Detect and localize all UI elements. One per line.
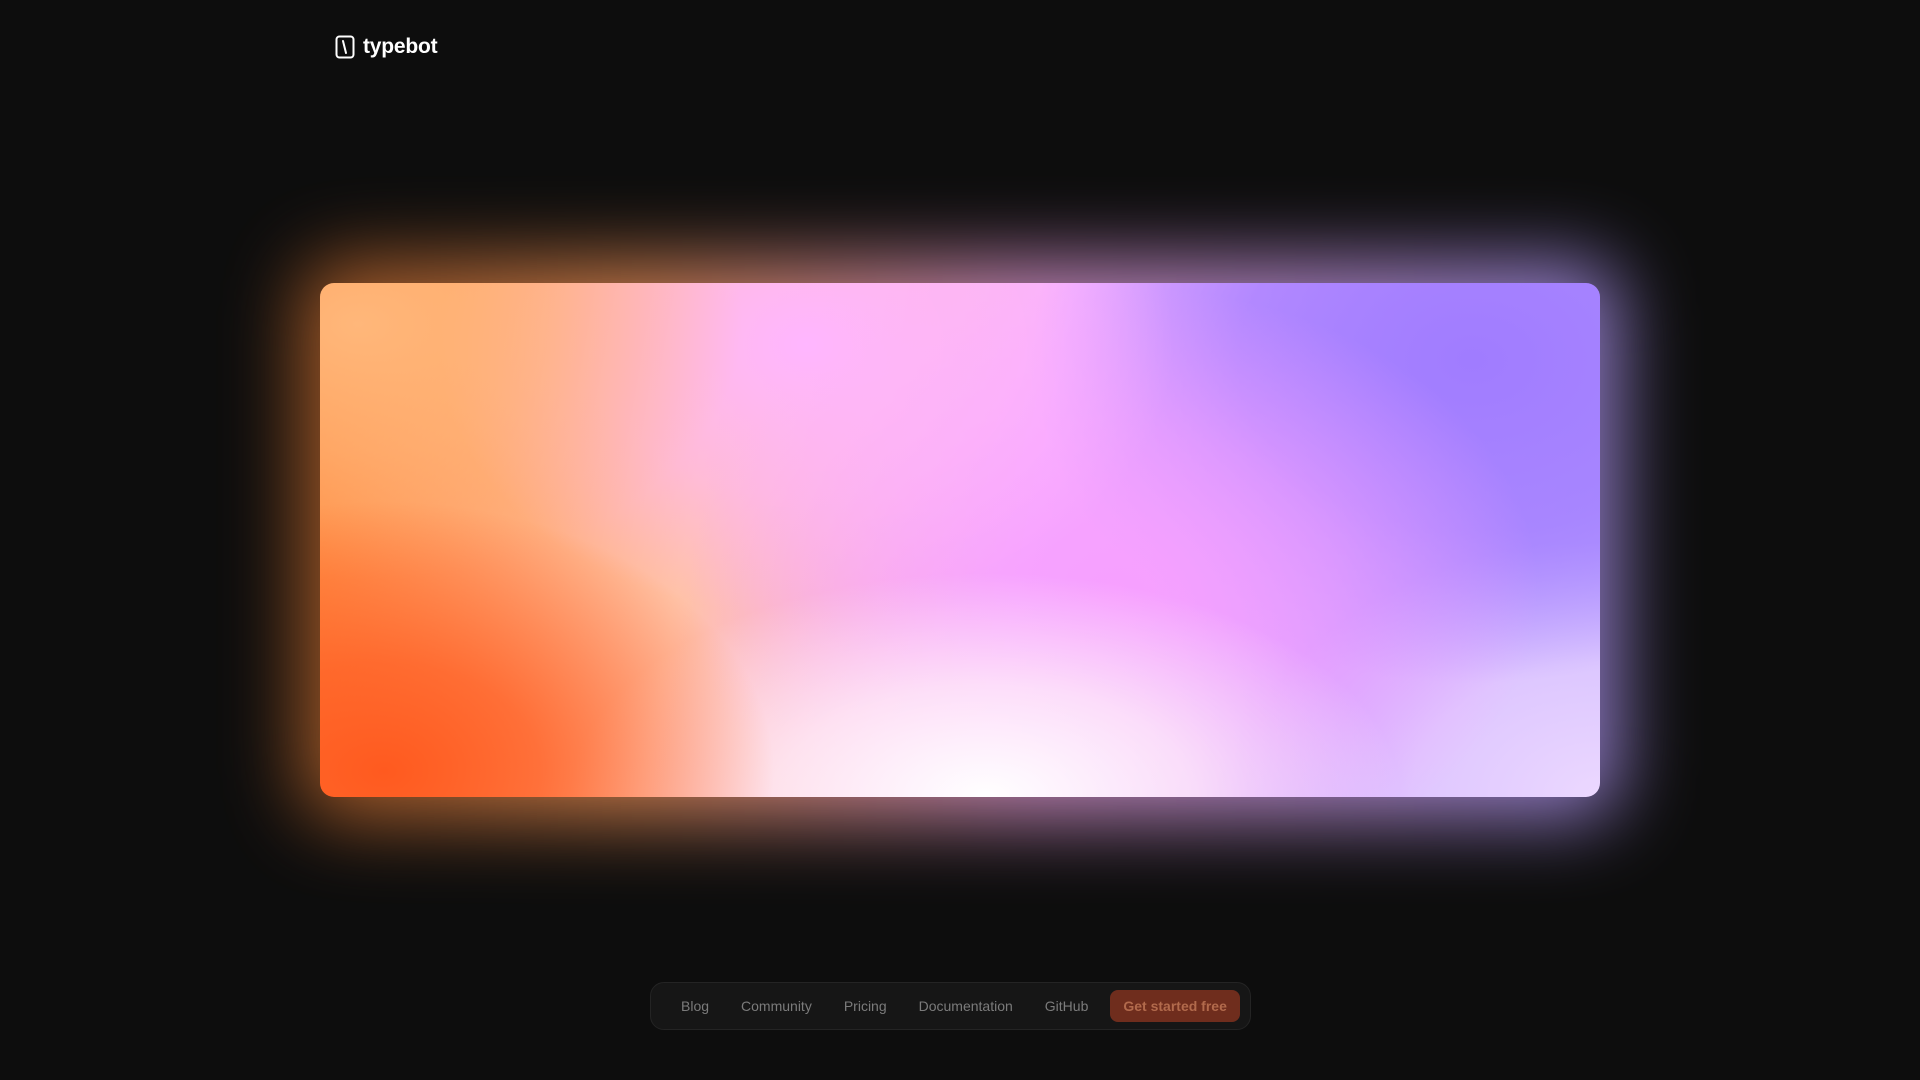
brand-name: typebot: [363, 35, 438, 58]
nav-item-pricing[interactable]: Pricing: [828, 990, 903, 1022]
nav-item-community[interactable]: Community: [725, 990, 828, 1022]
page: typebot Blog Community Pricing Documenta…: [0, 0, 1920, 1080]
nav-item-blog[interactable]: Blog: [665, 990, 725, 1022]
typebot-logo-icon: [335, 35, 355, 59]
bottom-nav: Blog Community Pricing Documentation Git…: [650, 982, 1251, 1030]
get-started-button[interactable]: Get started free: [1110, 990, 1240, 1022]
brand-logo-link[interactable]: typebot: [335, 35, 438, 59]
hero-gradient-card: [320, 283, 1600, 797]
nav-item-documentation[interactable]: Documentation: [903, 990, 1029, 1022]
nav-item-github[interactable]: GitHub: [1029, 990, 1105, 1022]
